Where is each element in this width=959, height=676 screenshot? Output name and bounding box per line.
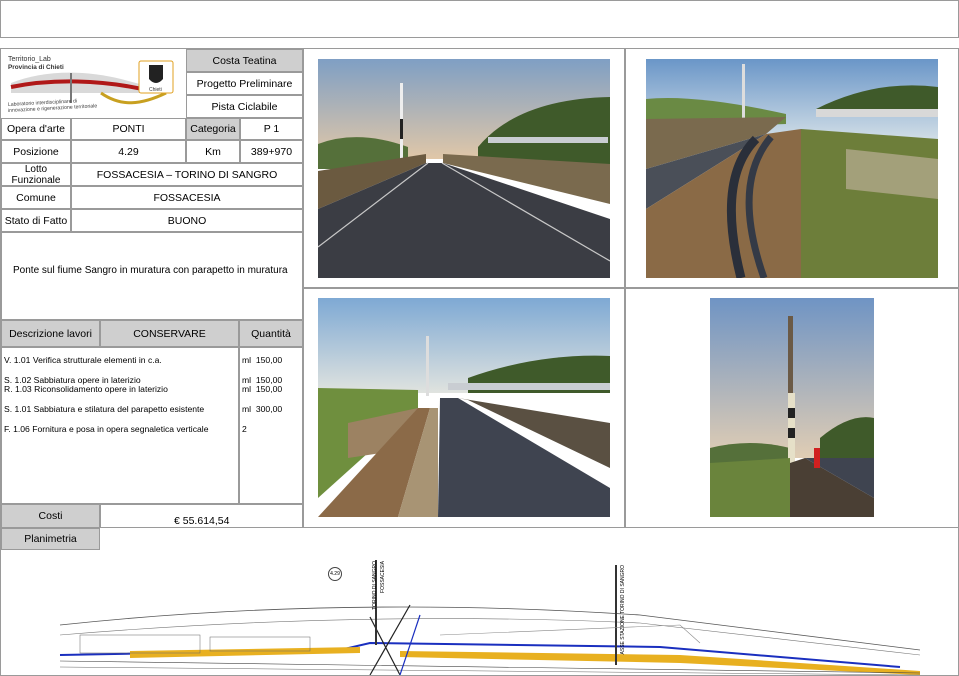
planimetria-drawing: 4.29 TORINO DI SANGRO FOSSACESIA ASSE ST…: [40, 555, 920, 675]
logo-seal-text: Chieti: [149, 87, 162, 93]
posizione-value: 4.29: [71, 140, 186, 163]
plan-label-torino: TORINO DI SANGRO: [372, 561, 378, 610]
opera-label: Opera d'arte: [1, 118, 71, 140]
works-col-qty: Quantità: [239, 320, 303, 347]
work-qty: ml 150,00: [242, 384, 283, 394]
logo-line1: Territorio_Lab: [8, 56, 51, 63]
title-progetto: Progetto Preliminare: [186, 72, 303, 95]
costs-label: Costi: [1, 504, 100, 528]
signal-pole-photo: [710, 298, 874, 517]
categoria-label: Categoria: [186, 118, 240, 140]
work-qty: ml 300,00: [242, 404, 283, 414]
work-item: F. 1.06 Fornitura e posa in opera segnal…: [4, 424, 209, 434]
km-label: Km: [186, 140, 240, 163]
works-col-desc: Descrizione lavori: [1, 320, 100, 347]
top-header-strip: [0, 0, 959, 38]
comune-value: FOSSACESIA: [71, 186, 303, 209]
bridge-parapet-photo: [318, 298, 610, 517]
works-col-action: CONSERVARE: [100, 320, 239, 347]
logo: Territorio_Lab Provincia di Chieti Chiet…: [1, 49, 186, 116]
seal-icon: [149, 65, 163, 83]
posizione-label: Posizione: [1, 140, 71, 163]
position-marker: 4.29: [328, 567, 342, 581]
title-costa-teatina: Costa Teatina: [186, 49, 303, 72]
lotto-value: FOSSACESIA – TORINO DI SANGRO: [71, 163, 303, 186]
categoria-value: P 1: [240, 118, 303, 140]
costs-cell: € 55.614,54: [100, 504, 303, 528]
stato-label: Stato di Fatto: [1, 209, 71, 232]
work-qty: 2: [242, 424, 247, 434]
work-item: V. 1.01 Verifica strutturale elementi in…: [4, 355, 162, 365]
road-bridge-photo: [318, 59, 610, 278]
bridge-description: Ponte sul fiume Sangro in muratura con p…: [13, 265, 288, 276]
title-pista: Pista Ciclabile: [186, 95, 303, 118]
logo-line2: Provincia di Chieti: [8, 64, 64, 71]
planimetria-label: Planimetria: [1, 528, 100, 550]
bridge-side-cables-photo: [646, 59, 938, 278]
plan-label-fossacesia: FOSSACESIA: [380, 561, 386, 593]
lotto-label: Lotto Funzionale: [1, 163, 71, 186]
work-item: R. 1.03 Riconsolidamento opere in lateri…: [4, 384, 168, 394]
works-qty-cell: [239, 347, 303, 504]
work-item: S. 1.01 Sabbiatura e stilatura del parap…: [4, 404, 205, 414]
comune-label: Comune: [1, 186, 71, 209]
costs-value: € 55.614,54: [174, 515, 230, 527]
work-qty: ml 150,00: [242, 355, 283, 365]
plan-label-asse: ASSE STAZIONE TORINO DI SANGRO: [620, 565, 626, 655]
description-box: Ponte sul fiume Sangro in muratura con p…: [1, 232, 303, 320]
km-value: 389+970: [240, 140, 303, 163]
opera-value: PONTI: [71, 118, 186, 140]
stato-value: BUONO: [71, 209, 303, 232]
